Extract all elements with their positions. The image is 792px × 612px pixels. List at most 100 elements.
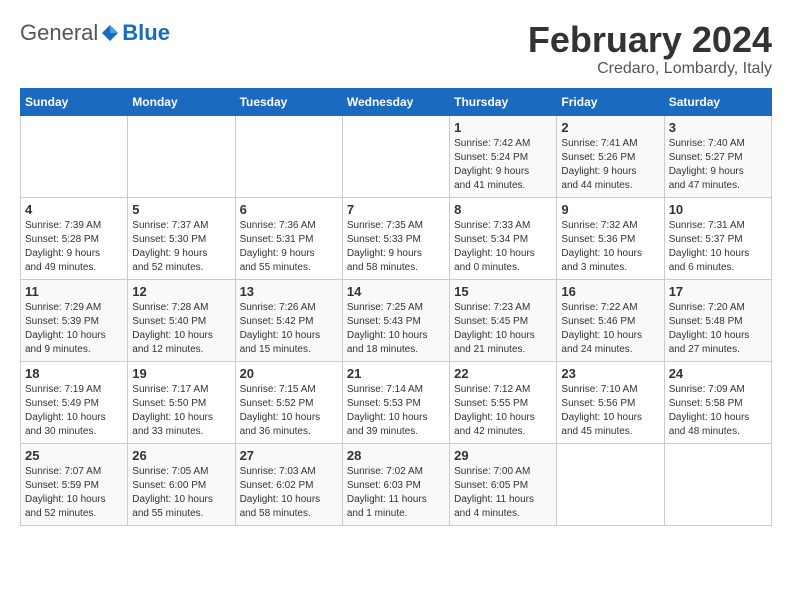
day-info: Sunrise: 7:05 AM Sunset: 6:00 PM Dayligh… [132, 465, 230, 521]
calendar-cell: 3 Sunrise: 7:40 AM Sunset: 5:27 PM Daylig… [664, 115, 771, 197]
logo-general-text: General [20, 20, 98, 46]
day-number: 29 [454, 448, 552, 463]
calendar-cell: 10 Sunrise: 7:31 AM Sunset: 5:37 PM Dayli… [664, 197, 771, 279]
calendar-cell: 18 Sunrise: 7:19 AM Sunset: 5:49 PM Dayli… [21, 361, 128, 443]
calendar-cell [557, 443, 664, 525]
day-number: 21 [347, 366, 445, 381]
calendar-cell: 1 Sunrise: 7:42 AM Sunset: 5:24 PM Daylig… [450, 115, 557, 197]
day-info: Sunrise: 7:28 AM Sunset: 5:40 PM Dayligh… [132, 301, 230, 357]
day-number: 14 [347, 284, 445, 299]
day-info: Sunrise: 7:40 AM Sunset: 5:27 PM Dayligh… [669, 137, 767, 193]
day-number: 2 [561, 120, 659, 135]
day-number: 3 [669, 120, 767, 135]
day-number: 24 [669, 366, 767, 381]
day-info: Sunrise: 7:39 AM Sunset: 5:28 PM Dayligh… [25, 219, 123, 275]
day-number: 5 [132, 202, 230, 217]
day-info: Sunrise: 7:10 AM Sunset: 5:56 PM Dayligh… [561, 383, 659, 439]
logo-icon [100, 23, 120, 43]
calendar-cell: 16 Sunrise: 7:22 AM Sunset: 5:46 PM Dayli… [557, 279, 664, 361]
day-number: 19 [132, 366, 230, 381]
title-area: February 2024 Credaro, Lombardy, Italy [528, 20, 772, 78]
calendar-cell: 14 Sunrise: 7:25 AM Sunset: 5:43 PM Dayli… [342, 279, 449, 361]
day-info: Sunrise: 7:15 AM Sunset: 5:52 PM Dayligh… [240, 383, 338, 439]
day-number: 8 [454, 202, 552, 217]
day-info: Sunrise: 7:41 AM Sunset: 5:26 PM Dayligh… [561, 137, 659, 193]
week-row-4: 18 Sunrise: 7:19 AM Sunset: 5:49 PM Dayli… [21, 361, 772, 443]
weekday-header-friday: Friday [557, 88, 664, 115]
logo-blue-text: Blue [122, 20, 170, 46]
day-info: Sunrise: 7:29 AM Sunset: 5:39 PM Dayligh… [25, 301, 123, 357]
day-info: Sunrise: 7:42 AM Sunset: 5:24 PM Dayligh… [454, 137, 552, 193]
calendar-cell: 7Sunrise: 7:35 AM Sunset: 5:33 PM Daylig… [342, 197, 449, 279]
day-number: 13 [240, 284, 338, 299]
calendar-cell: 17 Sunrise: 7:20 AM Sunset: 5:48 PM Dayli… [664, 279, 771, 361]
day-info: Sunrise: 7:32 AM Sunset: 5:36 PM Dayligh… [561, 219, 659, 275]
day-number: 17 [669, 284, 767, 299]
calendar-cell: 11 Sunrise: 7:29 AM Sunset: 5:39 PM Dayli… [21, 279, 128, 361]
calendar-cell: 9 Sunrise: 7:32 AM Sunset: 5:36 PM Daylig… [557, 197, 664, 279]
day-info: Sunrise: 7:36 AM Sunset: 5:31 PM Dayligh… [240, 219, 338, 275]
weekday-header-tuesday: Tuesday [235, 88, 342, 115]
day-info: Sunrise: 7:14 AM Sunset: 5:53 PM Dayligh… [347, 383, 445, 439]
day-number: 18 [25, 366, 123, 381]
day-number: 12 [132, 284, 230, 299]
day-number: 6 [240, 202, 338, 217]
calendar-cell: 25 Sunrise: 7:07 AM Sunset: 5:59 PM Dayli… [21, 443, 128, 525]
day-info: Sunrise: 7:17 AM Sunset: 5:50 PM Dayligh… [132, 383, 230, 439]
day-info: Sunrise: 7:19 AM Sunset: 5:49 PM Dayligh… [25, 383, 123, 439]
day-info: Sunrise: 7:31 AM Sunset: 5:37 PM Dayligh… [669, 219, 767, 275]
day-number: 7 [347, 202, 445, 217]
day-number: 16 [561, 284, 659, 299]
calendar-cell: 20Sunrise: 7:15 AM Sunset: 5:52 PM Dayli… [235, 361, 342, 443]
day-info: Sunrise: 7:25 AM Sunset: 5:43 PM Dayligh… [347, 301, 445, 357]
calendar-cell: 23 Sunrise: 7:10 AM Sunset: 5:56 PM Dayli… [557, 361, 664, 443]
calendar-cell: 22 Sunrise: 7:12 AM Sunset: 5:55 PM Dayli… [450, 361, 557, 443]
day-number: 1 [454, 120, 552, 135]
calendar-cell: 2 Sunrise: 7:41 AM Sunset: 5:26 PM Daylig… [557, 115, 664, 197]
weekday-header-monday: Monday [128, 88, 235, 115]
logo: General Blue [20, 20, 170, 46]
day-number: 22 [454, 366, 552, 381]
week-row-1: 1 Sunrise: 7:42 AM Sunset: 5:24 PM Daylig… [21, 115, 772, 197]
calendar-cell: 4 Sunrise: 7:39 AM Sunset: 5:28 PM Daylig… [21, 197, 128, 279]
calendar-cell: 19 Sunrise: 7:17 AM Sunset: 5:50 PM Dayli… [128, 361, 235, 443]
day-number: 28 [347, 448, 445, 463]
day-info: Sunrise: 7:02 AM Sunset: 6:03 PM Dayligh… [347, 465, 445, 521]
calendar-cell: 27 Sunrise: 7:03 AM Sunset: 6:02 PM Dayli… [235, 443, 342, 525]
day-info: Sunrise: 7:37 AM Sunset: 5:30 PM Dayligh… [132, 219, 230, 275]
day-info: Sunrise: 7:07 AM Sunset: 5:59 PM Dayligh… [25, 465, 123, 521]
calendar-cell [235, 115, 342, 197]
week-row-5: 25 Sunrise: 7:07 AM Sunset: 5:59 PM Dayli… [21, 443, 772, 525]
day-info: Sunrise: 7:26 AM Sunset: 5:42 PM Dayligh… [240, 301, 338, 357]
day-number: 25 [25, 448, 123, 463]
calendar-cell: 12 Sunrise: 7:28 AM Sunset: 5:40 PM Dayli… [128, 279, 235, 361]
calendar-cell: 13 Sunrise: 7:26 AM Sunset: 5:42 PM Dayli… [235, 279, 342, 361]
calendar-cell [342, 115, 449, 197]
day-info: Sunrise: 7:03 AM Sunset: 6:02 PM Dayligh… [240, 465, 338, 521]
calendar-cell: 21 Sunrise: 7:14 AM Sunset: 5:53 PM Dayli… [342, 361, 449, 443]
month-title: February 2024 [528, 20, 772, 60]
weekday-header-row: SundayMondayTuesdayWednesdayThursdayFrid… [21, 88, 772, 115]
day-number: 10 [669, 202, 767, 217]
day-number: 27 [240, 448, 338, 463]
day-number: 4 [25, 202, 123, 217]
day-number: 23 [561, 366, 659, 381]
calendar-cell: 24Sunrise: 7:09 AM Sunset: 5:58 PM Dayli… [664, 361, 771, 443]
day-info: Sunrise: 7:20 AM Sunset: 5:48 PM Dayligh… [669, 301, 767, 357]
calendar-cell: 5 Sunrise: 7:37 AM Sunset: 5:30 PM Daylig… [128, 197, 235, 279]
week-row-3: 11 Sunrise: 7:29 AM Sunset: 5:39 PM Dayli… [21, 279, 772, 361]
location-subtitle: Credaro, Lombardy, Italy [528, 60, 772, 78]
calendar-cell: 29Sunrise: 7:00 AM Sunset: 6:05 PM Dayli… [450, 443, 557, 525]
day-info: Sunrise: 7:22 AM Sunset: 5:46 PM Dayligh… [561, 301, 659, 357]
weekday-header-saturday: Saturday [664, 88, 771, 115]
page-header: General Blue February 2024 Credaro, Lomb… [20, 20, 772, 78]
calendar-cell: 15 Sunrise: 7:23 AM Sunset: 5:45 PM Dayli… [450, 279, 557, 361]
day-number: 15 [454, 284, 552, 299]
day-number: 11 [25, 284, 123, 299]
day-info: Sunrise: 7:12 AM Sunset: 5:55 PM Dayligh… [454, 383, 552, 439]
weekday-header-thursday: Thursday [450, 88, 557, 115]
calendar-cell: 8Sunrise: 7:33 AM Sunset: 5:34 PM Daylig… [450, 197, 557, 279]
day-number: 9 [561, 202, 659, 217]
day-info: Sunrise: 7:23 AM Sunset: 5:45 PM Dayligh… [454, 301, 552, 357]
calendar-table: SundayMondayTuesdayWednesdayThursdayFrid… [20, 88, 772, 526]
